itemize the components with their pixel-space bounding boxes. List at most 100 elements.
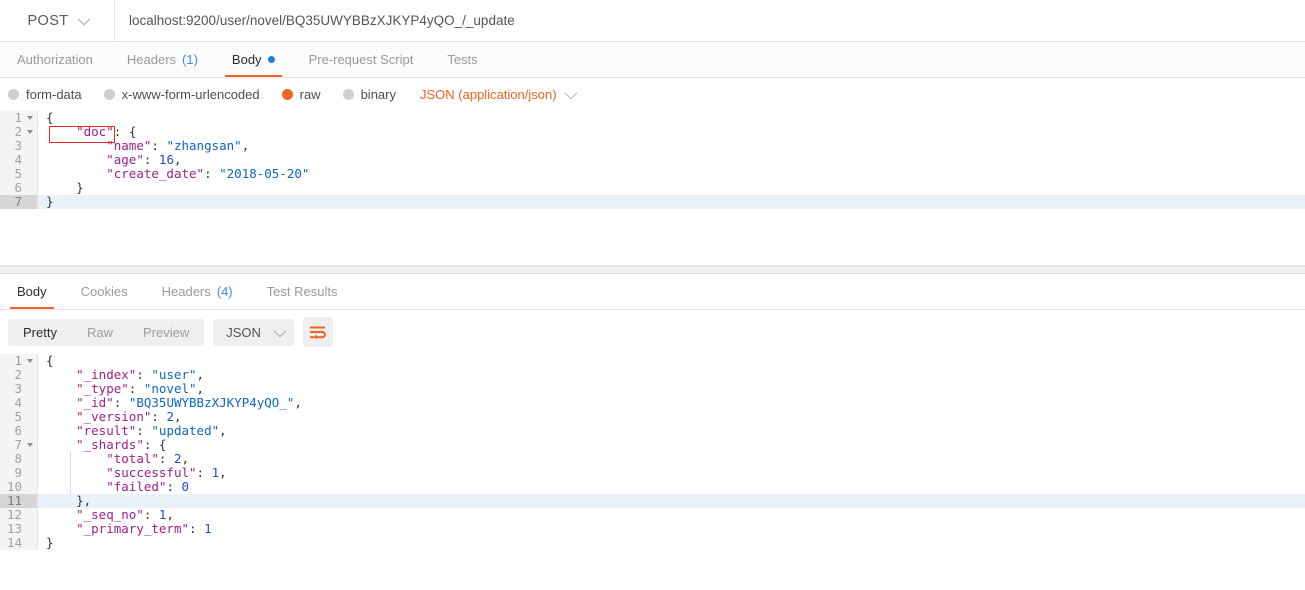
code-line[interactable]: 2 "_index": "user", <box>0 368 1305 382</box>
code-line[interactable]: 4 "_id": "BQ35UWYBBzXJKYP4yQO_", <box>0 396 1305 410</box>
tab-label: Body <box>231 52 262 67</box>
body-type-row: form-data x-www-form-urlencoded raw binary … <box>0 78 1305 111</box>
response-tab-headers[interactable]: Headers (4) <box>145 274 250 309</box>
code-line[interactable]: 6 "result": "updated", <box>0 424 1305 438</box>
fold-toggle-icon[interactable] <box>27 443 33 447</box>
tab-label: Cookies <box>80 284 128 299</box>
fold-toggle-icon[interactable] <box>27 116 33 120</box>
code-line[interactable]: 11 }, <box>0 494 1305 508</box>
code-line[interactable]: 8 "total": 2, <box>0 452 1305 466</box>
tab-headers[interactable]: Headers (1) <box>110 42 215 77</box>
response-format-selector[interactable]: JSON <box>213 318 294 346</box>
view-mode-raw[interactable]: Raw <box>72 319 128 346</box>
view-mode-pretty[interactable]: Pretty <box>8 318 72 346</box>
line-number-text: 1 <box>14 354 22 368</box>
line-number-text: 7 <box>14 437 22 452</box>
code-line-text: "_type": "novel", <box>38 382 1305 396</box>
token: 1 <box>211 465 220 480</box>
line-number-text: 6 <box>14 423 22 438</box>
line-number: 9 <box>0 466 38 480</box>
radio-icon <box>103 89 115 100</box>
tab-authorization[interactable]: Authorization <box>0 42 110 77</box>
line-number-text: 13 <box>6 521 22 536</box>
body-type-raw[interactable]: raw <box>281 87 321 102</box>
tab-label: Tests <box>447 52 478 67</box>
code-line[interactable]: 13 "_primary_term": 1 <box>0 522 1305 536</box>
token: 0 <box>181 479 190 494</box>
token: "novel" <box>143 381 197 396</box>
token: , <box>181 451 190 466</box>
code-line[interactable]: 10 "failed": 0 <box>0 480 1305 494</box>
response-toolbar: Pretty Raw Preview JSON <box>0 310 1305 354</box>
radio-icon <box>342 89 354 100</box>
http-method-label: POST <box>27 12 69 29</box>
token: "2018-05-20" <box>219 166 310 181</box>
token: "doc" <box>76 124 114 139</box>
code-line-text: "failed": 0 <box>38 480 1305 494</box>
tab-pre-request-script[interactable]: Pre-request Script <box>292 42 431 77</box>
code-line-text: "successful": 1, <box>38 466 1305 480</box>
token: , <box>196 367 205 382</box>
line-number-text: 1 <box>14 111 22 125</box>
code-line[interactable]: 14} <box>0 536 1305 550</box>
code-line[interactable]: 1{ <box>0 354 1305 368</box>
request-url-input[interactable]: localhost:9200/user/novel/BQ35UWYBBzXJKY… <box>115 0 1305 41</box>
body-type-form-data[interactable]: form-data <box>8 87 82 102</box>
request-tab-bar: Authorization Headers (1) Body Pre-request S… <box>0 42 1305 78</box>
line-number: 4 <box>0 153 38 167</box>
code-line-text: "_id": "BQ35UWYBBzXJKYP4yQO_", <box>38 396 1305 410</box>
panel-divider[interactable] <box>0 265 1305 274</box>
token: 1 <box>204 521 212 536</box>
code-line[interactable]: 9 "successful": 1, <box>0 466 1305 480</box>
view-mode-preview[interactable]: Preview <box>128 319 204 346</box>
line-number: 5 <box>0 410 38 424</box>
line-number: 5 <box>0 167 38 181</box>
fold-toggle-icon[interactable] <box>27 130 33 134</box>
token: "_type" <box>76 381 129 396</box>
request-body-editor[interactable]: 1{2 "doc": {3 "name": "zhangsan", 4 "age"… <box>0 111 1305 265</box>
token: : <box>143 152 159 167</box>
token: 2 <box>166 409 174 424</box>
code-line[interactable]: 5 "create_date": "2018-05-20" <box>0 167 1305 181</box>
response-body-editor[interactable]: 1{2 "_index": "user", 3 "_type": "novel",… <box>0 354 1305 567</box>
fold-toggle-icon[interactable] <box>27 359 33 363</box>
http-method-selector[interactable]: POST <box>0 0 115 41</box>
chevron-down-icon <box>77 12 90 26</box>
code-line[interactable]: 3 "_type": "novel", <box>0 382 1305 396</box>
word-wrap-icon[interactable] <box>302 317 333 347</box>
token: "_primary_term" <box>76 521 189 536</box>
token: { <box>158 437 167 452</box>
code-line[interactable]: 5 "_version": 2, <box>0 410 1305 424</box>
body-modified-dot-icon <box>267 56 275 63</box>
content-type-selector[interactable]: JSON (application/json) <box>420 86 577 102</box>
code-line[interactable]: 7} <box>0 195 1305 209</box>
tab-tests[interactable]: Tests <box>430 42 494 77</box>
code-line[interactable]: 3 "name": "zhangsan", <box>0 139 1305 153</box>
body-type-x-www-form-urlencoded[interactable]: x-www-form-urlencoded <box>103 87 260 102</box>
code-line[interactable]: 6 } <box>0 181 1305 195</box>
code-line[interactable]: 7 "_shards": { <box>0 438 1305 452</box>
body-type-binary[interactable]: binary <box>342 87 396 102</box>
code-line[interactable]: 2 "doc": { <box>0 125 1305 139</box>
token: "BQ35UWYBBzXJKYP4yQO_" <box>128 395 295 410</box>
code-line[interactable]: 12 "_seq_no": 1, <box>0 508 1305 522</box>
radio-icon <box>281 89 293 100</box>
body-type-label: x-www-form-urlencoded <box>121 87 260 102</box>
token: : <box>143 507 159 522</box>
code-line-text: "_seq_no": 1, <box>38 508 1305 522</box>
tab-body[interactable]: Body <box>215 42 292 77</box>
token: : <box>151 138 167 153</box>
response-tab-test-results[interactable]: Test Results <box>250 274 355 309</box>
code-line[interactable]: 4 "age": 16, <box>0 153 1305 167</box>
response-tab-body[interactable]: Body <box>0 274 64 309</box>
response-format-label: JSON <box>226 324 261 340</box>
response-tab-cookies[interactable]: Cookies <box>64 274 145 309</box>
line-number-text: 5 <box>14 166 22 181</box>
code-line[interactable]: 1{ <box>0 111 1305 125</box>
